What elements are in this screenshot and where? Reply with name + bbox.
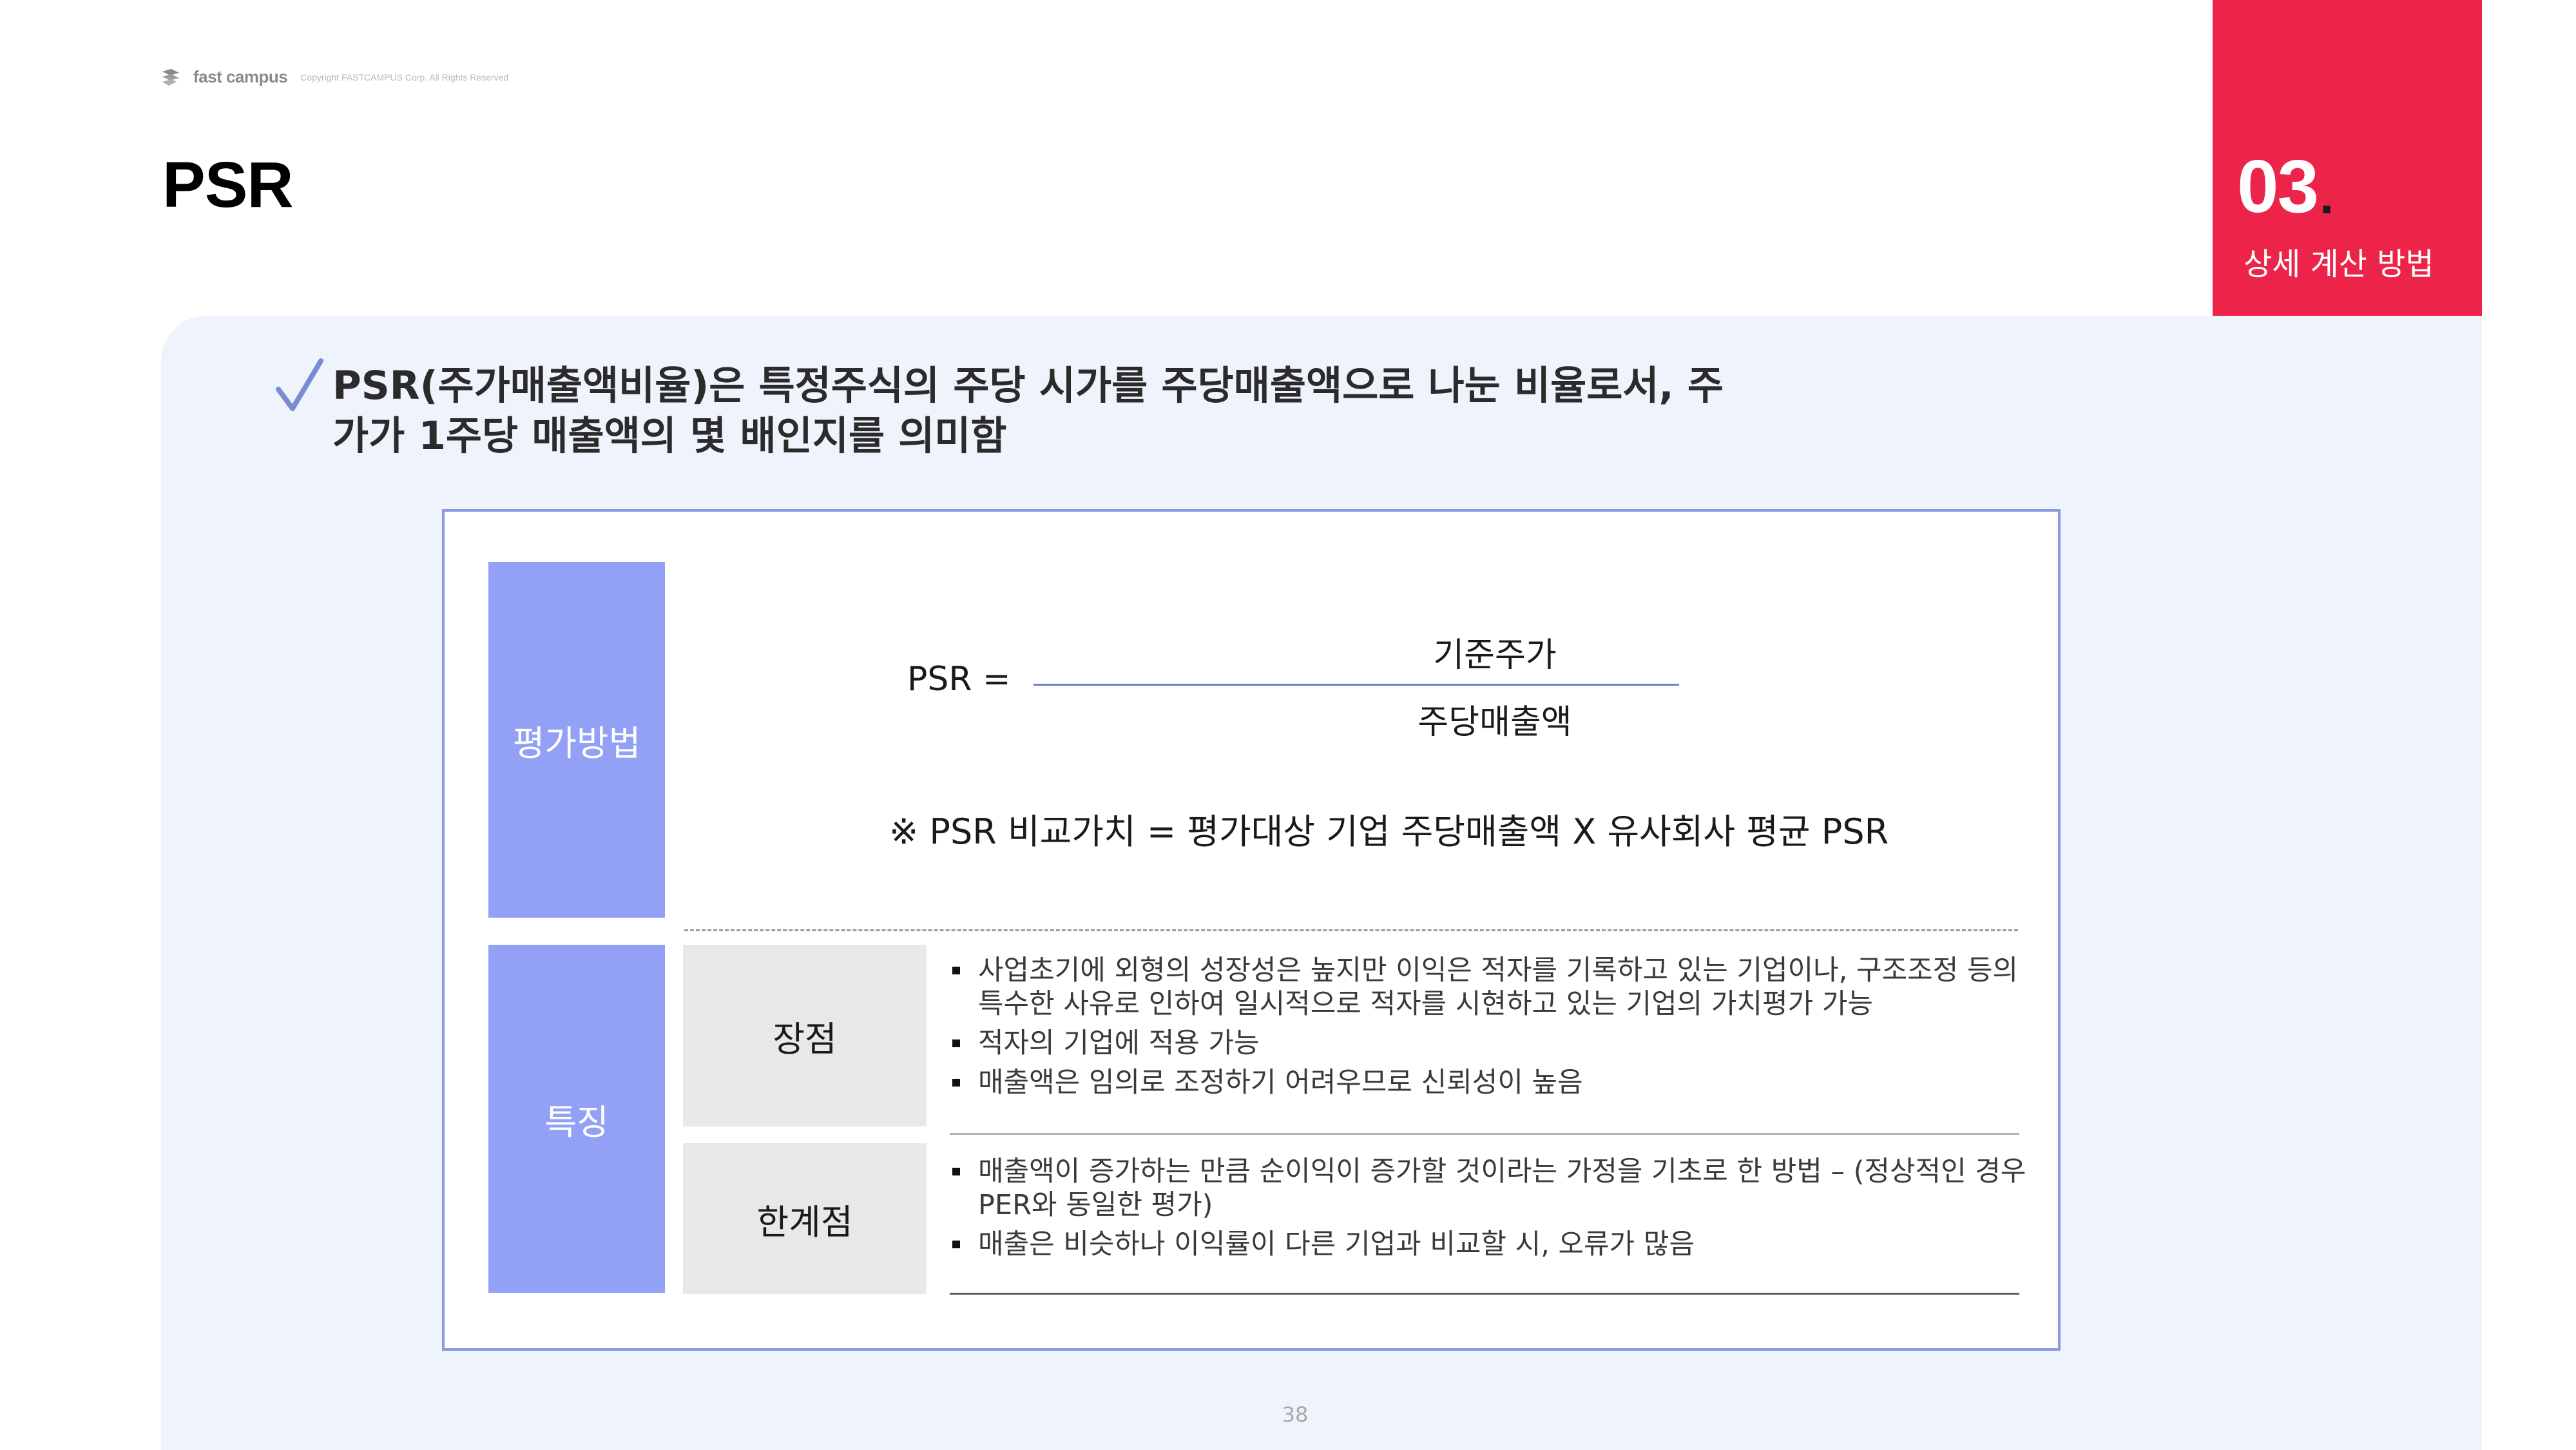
list-item: 사업초기에 외형의 성장성은 높지만 이익은 적자를 기록하고 있는 기업이나,…	[947, 954, 2030, 1021]
fraction-line	[1033, 684, 1679, 686]
features-label: 특징	[488, 945, 665, 1293]
cons-label: 한계점	[683, 1143, 927, 1294]
brand-header: fast campus Copyright FASTCAMPUS Corp. A…	[161, 67, 508, 87]
brand-name: fast campus	[193, 67, 288, 86]
method-label: 평가방법	[488, 562, 665, 918]
page-number: 38	[1282, 1402, 1309, 1427]
pros-list: 사업초기에 외형의 성장성은 높지만 이익은 적자를 기록하고 있는 기업이나,…	[947, 954, 2030, 1105]
section-label: 상세 계산 방법	[2244, 246, 2434, 282]
formula-numerator: 기준주가	[1433, 636, 1557, 675]
cons-list: 매출액이 증가하는 만큼 순이익이 증가할 것이라는 가정을 기초로 한 방법 …	[947, 1155, 2030, 1267]
psr-diagram: 평가방법 PSR = 기준주가 주당매출액 ※ PSR 비교가치 = 평가대상 …	[442, 509, 2061, 1351]
pros-label: 장점	[683, 945, 927, 1126]
formula-lhs: PSR =	[907, 660, 1011, 699]
dashed-divider	[684, 929, 2018, 931]
list-item: 매출액은 임의로 조정하기 어려우므로 신뢰성이 높음	[947, 1066, 2030, 1099]
section-number-dot: .	[2320, 167, 2334, 224]
fastcampus-logo-icon	[162, 68, 179, 86]
section-number: 03	[2237, 144, 2319, 228]
formula-denominator: 주당매출액	[1418, 703, 1572, 742]
copyright-text: Copyright FASTCAMPUS Corp. All Rights Re…	[300, 72, 509, 82]
headline-text: PSR(주가매출액비율)은 특정주식의 주당 시가를 주당매출액으로 나눈 비율…	[332, 363, 1724, 459]
checkmark-icon	[276, 358, 323, 411]
comparison-note: ※ PSR 비교가치 = 평가대상 기업 주당매출액 X 유사회사 평균 PSR	[889, 811, 1889, 852]
pros-divider	[950, 1133, 2019, 1135]
list-item: 매출은 비슷하나 이익률이 다른 기업과 비교할 시, 오류가 많음	[947, 1228, 2030, 1261]
page-title: PSR	[162, 149, 294, 221]
list-item: 매출액이 증가하는 만큼 순이익이 증가할 것이라는 가정을 기초로 한 방법 …	[947, 1155, 2030, 1222]
cons-divider	[950, 1293, 2019, 1295]
list-item: 적자의 기업에 적용 가능	[947, 1027, 2030, 1060]
